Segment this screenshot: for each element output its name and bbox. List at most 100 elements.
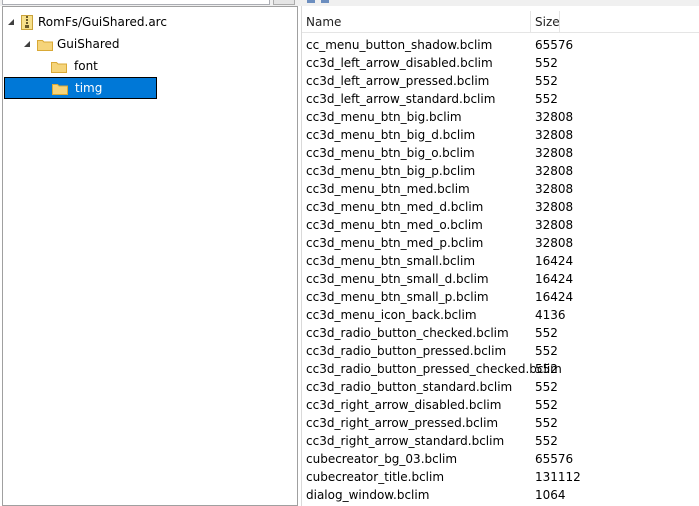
tree-node-label: font [74,59,98,73]
file-name: cc3d_menu_btn_big.bclim [306,110,462,124]
list-item[interactable]: cc3d_left_arrow_pressed.bclim 552 [302,72,699,90]
file-name: cc3d_right_arrow_disabled.bclim [306,398,502,412]
toolbar-icon[interactable] [306,0,316,5]
tree-node-label: RomFs/GuiShared.arc [38,15,167,29]
file-size: 32808 [535,218,574,232]
list-item[interactable]: cc3d_menu_btn_big_d.bclim 32808 [302,126,699,144]
file-size: 552 [535,56,558,70]
list-item[interactable]: cc3d_right_arrow_pressed.bclim 552 [302,414,699,432]
file-size: 552 [535,344,558,358]
file-name: cc3d_radio_button_checked.bclim [306,326,509,340]
file-name: cc3d_right_arrow_standard.bclim [306,434,505,448]
list-item[interactable]: cc3d_menu_btn_small_p.bclim 16424 [302,288,699,306]
file-size: 552 [535,92,558,106]
collapse-arrow-icon[interactable] [23,40,31,48]
collapse-arrow-icon[interactable] [7,18,15,26]
file-size: 552 [535,362,558,376]
file-list[interactable]: Name Size cc_menu_button_shadow.bclim 655… [301,6,699,506]
file-size: 552 [535,416,558,430]
list-item[interactable]: cc3d_radio_button_pressed.bclim 552 [302,342,699,360]
column-header-size[interactable]: Size [531,11,560,33]
file-size: 32808 [535,182,574,196]
list-item[interactable]: cc3d_menu_btn_med.bclim 32808 [302,180,699,198]
list-header: Name Size [302,11,699,33]
list-item[interactable]: cc_menu_button_shadow.bclim 65576 [302,36,699,54]
file-size: 16424 [535,272,574,286]
file-name: cubecreator_bg_03.bclim [306,452,458,466]
list-item[interactable]: cc3d_menu_btn_med_o.bclim 32808 [302,216,699,234]
file-size: 16424 [535,290,574,304]
path-input[interactable] [2,0,270,5]
tree-node-font[interactable]: font [51,55,98,77]
column-header-name[interactable]: Name [302,11,531,33]
file-name: cc3d_menu_icon_back.bclim [306,308,477,322]
file-size: 32808 [535,146,574,160]
file-name: cc3d_left_arrow_pressed.bclim [306,74,490,88]
list-item[interactable]: cc3d_menu_btn_med_p.bclim 32808 [302,234,699,252]
file-size: 32808 [535,164,574,178]
file-size: 16424 [535,254,574,268]
file-size: 552 [535,398,558,412]
tree-node-label: timg [75,81,103,95]
tree-node-root[interactable]: RomFs/GuiShared.arc [7,11,167,33]
file-name: cc3d_menu_btn_big_o.bclim [306,146,475,160]
list-item[interactable]: cc3d_menu_btn_big_p.bclim 32808 [302,162,699,180]
file-name: cc3d_menu_btn_big_d.bclim [306,128,476,142]
list-item[interactable]: cc3d_menu_btn_big.bclim 32808 [302,108,699,126]
list-item[interactable]: cc3d_right_arrow_standard.bclim 552 [302,432,699,450]
file-size: 131112 [535,470,581,484]
archive-tree[interactable]: RomFs/GuiShared.arc GuiShared font timg [2,6,298,506]
list-item[interactable]: cc3d_radio_button_checked.bclim 552 [302,324,699,342]
list-item[interactable]: cubecreator_title.bclim 131112 [302,468,699,486]
file-name: cc3d_menu_btn_big_p.bclim [306,164,476,178]
file-size: 32808 [535,200,574,214]
file-name: cc3d_menu_btn_med_p.bclim [306,236,484,250]
file-name: cc3d_left_arrow_disabled.bclim [306,56,493,70]
list-item[interactable]: cc3d_radio_button_pressed_checked.bclim 5… [302,360,699,378]
file-name: cc3d_right_arrow_pressed.bclim [306,416,499,430]
file-size: 552 [535,380,558,394]
file-name: cc3d_radio_button_pressed.bclim [306,344,507,358]
list-item[interactable]: cc3d_radio_button_standard.bclim 552 [302,378,699,396]
folder-icon [51,60,67,73]
tree-node-label: GuiShared [57,37,120,51]
tree-node-guishared[interactable]: GuiShared [23,33,119,55]
file-size: 32808 [535,236,574,250]
file-name: cc_menu_button_shadow.bclim [306,38,493,52]
file-size: 4136 [535,308,566,322]
toolbar-icon[interactable] [320,0,330,5]
file-size: 32808 [535,110,574,124]
list-item[interactable]: cc3d_menu_icon_back.bclim 4136 [302,306,699,324]
list-item[interactable]: cc3d_menu_btn_med_d.bclim 32808 [302,198,699,216]
file-size: 552 [535,74,558,88]
file-name: dialog_window.bclim [306,488,430,502]
file-size: 1064 [535,488,566,502]
file-name: cc3d_menu_btn_small_d.bclim [306,272,489,286]
list-item[interactable]: cubecreator_bg_03.bclim 65576 [302,450,699,468]
file-name: cubecreator_title.bclim [306,470,445,484]
file-name: cc3d_radio_button_pressed_checked.bclim [306,362,562,376]
file-name: cc3d_radio_button_standard.bclim [306,380,513,394]
file-name: cc3d_menu_btn_med_o.bclim [306,218,483,232]
file-name: cc3d_menu_btn_small_p.bclim [306,290,489,304]
tree-node-timg[interactable]: timg [4,77,157,99]
list-item[interactable]: cc3d_left_arrow_standard.bclim 552 [302,90,699,108]
browse-button[interactable] [273,0,295,5]
list-item[interactable]: cc3d_left_arrow_disabled.bclim 552 [302,54,699,72]
file-name: cc3d_menu_btn_small.bclim [306,254,476,268]
list-item[interactable]: cc3d_menu_btn_big_o.bclim 32808 [302,144,699,162]
archive-file-icon [21,14,33,30]
list-item[interactable]: cc3d_menu_btn_small_d.bclim 16424 [302,270,699,288]
file-size: 65576 [535,452,574,466]
list-item[interactable]: cc3d_right_arrow_disabled.bclim 552 [302,396,699,414]
folder-icon [52,82,68,95]
file-size: 552 [535,434,558,448]
list-item[interactable]: cc3d_menu_btn_small.bclim 16424 [302,252,699,270]
file-size: 32808 [535,128,574,142]
list-item[interactable]: dialog_window.bclim 1064 [302,486,699,504]
file-name: cc3d_menu_btn_med.bclim [306,182,470,196]
file-size: 552 [535,326,558,340]
list-rows: cc_menu_button_shadow.bclim 65576 cc3d_lef… [302,36,699,504]
folder-icon [37,38,53,51]
file-name: cc3d_left_arrow_standard.bclim [306,92,496,106]
